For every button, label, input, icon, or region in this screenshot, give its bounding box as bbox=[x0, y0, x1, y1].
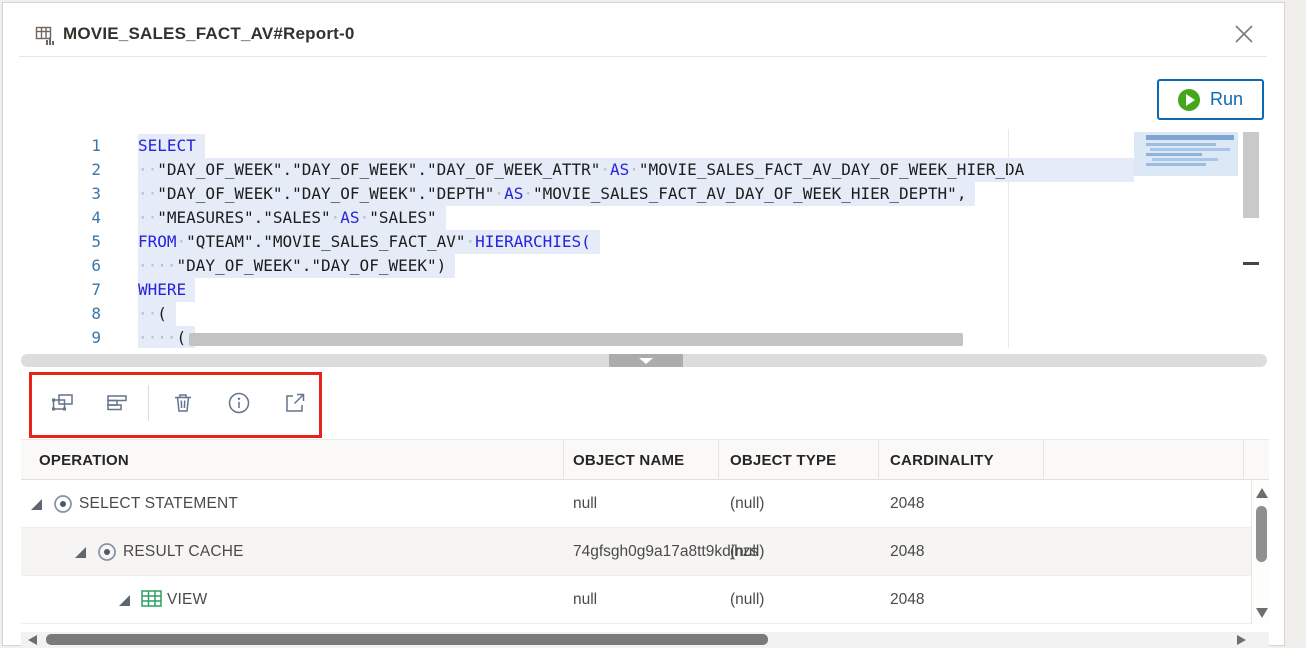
line-number: 7 bbox=[21, 278, 101, 302]
code-line[interactable]: ··"DAY_OF_WEEK"."DAY_OF_WEEK"."DAY_OF_WE… bbox=[138, 158, 1134, 182]
expand-collapse-icon[interactable] bbox=[119, 595, 130, 606]
plan-node-icon bbox=[97, 542, 117, 562]
run-play-icon bbox=[1178, 89, 1200, 111]
cardinality-cell: 2048 bbox=[890, 480, 924, 528]
line-number: 6 bbox=[21, 254, 101, 278]
expand-collapse-icon[interactable] bbox=[75, 547, 86, 558]
line-number: 1 bbox=[21, 134, 101, 158]
operation-cell: RESULT CACHE bbox=[123, 528, 244, 576]
open-in-new-window-icon[interactable] bbox=[281, 389, 309, 417]
line-number: 8 bbox=[21, 302, 101, 326]
diagram-view-icon[interactable] bbox=[49, 389, 77, 417]
line-number: 5 bbox=[21, 230, 101, 254]
object-type-cell: (null) bbox=[730, 576, 764, 624]
scroll-down-icon[interactable] bbox=[1256, 608, 1268, 618]
object-name-cell: null bbox=[573, 576, 597, 624]
column-header-object-name[interactable]: OBJECT NAME bbox=[573, 440, 684, 481]
table-horizontal-scrollbar-thumb[interactable] bbox=[46, 634, 768, 645]
scroll-up-icon[interactable] bbox=[1256, 488, 1268, 498]
operation-cell: VIEW bbox=[167, 576, 207, 624]
code-line[interactable]: WHERE bbox=[138, 278, 1134, 302]
run-button[interactable]: Run bbox=[1157, 79, 1264, 120]
table-row[interactable]: VIEW null (null) 2048 bbox=[21, 576, 1251, 624]
code-line[interactable]: FROM·"QTEAM"."MOVIE_SALES_FACT_AV"·HIERA… bbox=[138, 230, 1134, 254]
plan-table-header: OPERATION OBJECT NAME OBJECT TYPE CARDIN… bbox=[21, 439, 1269, 480]
cardinality-cell: 2048 bbox=[890, 576, 924, 624]
code-line[interactable]: ··( bbox=[138, 302, 1134, 326]
line-number-gutter: 123456789 bbox=[21, 134, 101, 348]
title-divider bbox=[19, 56, 1267, 57]
collapse-down-icon bbox=[639, 358, 653, 364]
line-number: 4 bbox=[21, 206, 101, 230]
information-icon[interactable] bbox=[225, 389, 253, 417]
table-vertical-scrollbar-thumb[interactable] bbox=[1256, 506, 1267, 562]
dialog-title: MOVIE_SALES_FACT_AV#Report-0 bbox=[63, 24, 355, 44]
plan-outline-view-icon[interactable] bbox=[103, 389, 131, 417]
column-header-operation[interactable]: OPERATION bbox=[39, 440, 129, 481]
table-row[interactable]: SELECT STATEMENT null (null) 2048 bbox=[21, 480, 1251, 528]
sql-editor: 123456789 SELECT··"DAY_OF_WEEK"."DAY_OF_… bbox=[21, 129, 1265, 348]
code-line[interactable]: ····"DAY_OF_WEEK"."DAY_OF_WEEK") bbox=[138, 254, 1134, 278]
plan-node-icon bbox=[53, 494, 73, 514]
editor-overview-cursor-marker bbox=[1243, 262, 1259, 265]
delete-icon[interactable] bbox=[169, 389, 197, 417]
view-table-icon bbox=[141, 590, 162, 607]
operation-cell: SELECT STATEMENT bbox=[79, 480, 238, 528]
line-number: 3 bbox=[21, 182, 101, 206]
scroll-left-icon[interactable] bbox=[28, 635, 37, 645]
code-line[interactable]: ··"DAY_OF_WEEK"."DAY_OF_WEEK"."DEPTH"·AS… bbox=[138, 182, 1134, 206]
object-type-cell: (null) bbox=[730, 528, 764, 576]
editor-vertical-scrollbar[interactable] bbox=[1242, 129, 1260, 348]
code-area[interactable]: SELECT··"DAY_OF_WEEK"."DAY_OF_WEEK"."DAY… bbox=[138, 134, 1134, 348]
table-row[interactable]: RESULT CACHE74gfsgh0g9a17a8tt9kdjhzs(nul… bbox=[21, 528, 1251, 576]
editor-margin-ruler bbox=[1008, 129, 1009, 348]
column-header-object-type[interactable]: OBJECT TYPE bbox=[730, 440, 836, 481]
object-name-cell: null bbox=[573, 480, 597, 528]
cardinality-cell: 2048 bbox=[890, 528, 924, 576]
toolbar-divider bbox=[148, 385, 149, 421]
splitter-handle[interactable] bbox=[609, 354, 683, 367]
object-type-cell: (null) bbox=[730, 480, 764, 528]
run-button-label: Run bbox=[1210, 89, 1243, 110]
column-header-cardinality[interactable]: CARDINALITY bbox=[890, 440, 994, 481]
code-line[interactable]: SELECT bbox=[138, 134, 1134, 158]
expand-collapse-icon[interactable] bbox=[31, 499, 42, 510]
line-number: 2 bbox=[21, 158, 101, 182]
editor-horizontal-scrollbar-thumb[interactable] bbox=[189, 333, 963, 346]
line-number: 9 bbox=[21, 326, 101, 348]
editor-vertical-scrollbar-thumb[interactable] bbox=[1243, 132, 1259, 218]
code-line[interactable]: ··"MEASURES"."SALES"·AS·"SALES" bbox=[138, 206, 1134, 230]
plan-table-body: SELECT STATEMENTnull(null)2048RESULT CAC… bbox=[21, 480, 1251, 624]
close-icon[interactable] bbox=[1229, 19, 1259, 49]
panel-splitter[interactable] bbox=[21, 354, 1267, 367]
scroll-right-icon[interactable] bbox=[1237, 635, 1246, 645]
analytic-view-report-icon bbox=[35, 25, 56, 46]
table-vertical-scrollbar[interactable] bbox=[1251, 480, 1270, 624]
table-horizontal-scrollbar[interactable] bbox=[21, 632, 1269, 648]
query-report-dialog: MOVIE_SALES_FACT_AV#Report-0 Run 1234567… bbox=[2, 2, 1285, 646]
editor-minimap[interactable] bbox=[1134, 129, 1238, 348]
